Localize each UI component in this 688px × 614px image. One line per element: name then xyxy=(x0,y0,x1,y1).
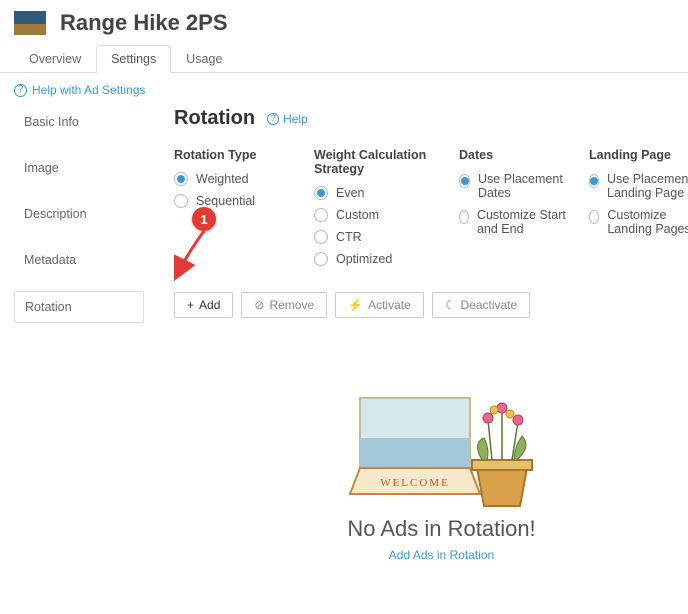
radio-weighted[interactable]: Weighted xyxy=(174,172,294,186)
radio-icon xyxy=(174,172,188,186)
bolt-icon: ⚡ xyxy=(348,299,363,311)
weight-strategy-title: Weight Calculation Strategy xyxy=(314,148,439,176)
tab-usage[interactable]: Usage xyxy=(171,45,237,73)
radio-label: CTR xyxy=(336,230,362,244)
radio-label: Optimized xyxy=(336,252,392,266)
page-thumbnail xyxy=(14,11,46,35)
tabs: Overview Settings Usage xyxy=(0,44,688,73)
help-icon: ? xyxy=(14,84,27,97)
radio-icon xyxy=(589,174,599,188)
annotation-arrow xyxy=(166,227,210,281)
help-icon: ? xyxy=(267,113,279,125)
radio-label: Use Placement Dates xyxy=(478,172,569,200)
sidebar: Basic Info Image Description Metadata Ro… xyxy=(14,107,144,562)
radio-customize-dates[interactable]: Customize Start and End xyxy=(459,208,569,236)
tab-settings[interactable]: Settings xyxy=(96,45,171,73)
sidebar-item-basic-info[interactable]: Basic Info xyxy=(14,107,144,137)
sidebar-item-description[interactable]: Description xyxy=(14,199,144,229)
radio-icon xyxy=(314,186,328,200)
add-button[interactable]: + Add xyxy=(174,292,233,318)
radio-ctr[interactable]: CTR xyxy=(314,230,439,244)
radio-label: Custom xyxy=(336,208,379,222)
section-title: Rotation xyxy=(174,107,255,130)
radio-label: Customize Start and End xyxy=(477,208,569,236)
radio-icon xyxy=(459,210,469,224)
radio-icon xyxy=(314,208,328,222)
radio-icon xyxy=(589,210,599,224)
remove-button-label: Remove xyxy=(269,298,314,312)
plus-icon: + xyxy=(187,299,194,311)
remove-icon: ⊘ xyxy=(254,299,264,311)
radio-label: Customize Landing Pages xyxy=(607,208,688,236)
activate-button-label: Activate xyxy=(368,298,411,312)
empty-state-title: No Ads in Rotation! xyxy=(174,516,688,542)
add-ads-link[interactable]: Add Ads in Rotation xyxy=(389,548,494,562)
radio-label: Sequential xyxy=(196,194,255,208)
sidebar-item-metadata[interactable]: Metadata xyxy=(14,245,144,275)
section-help-link[interactable]: ? Help xyxy=(267,112,308,126)
add-button-label: Add xyxy=(199,298,220,312)
deactivate-button-label: Deactivate xyxy=(461,298,518,312)
radio-icon xyxy=(314,230,328,244)
radio-optimized[interactable]: Optimized xyxy=(314,252,439,266)
sidebar-item-image[interactable]: Image xyxy=(14,153,144,183)
remove-button[interactable]: ⊘ Remove xyxy=(241,292,327,318)
radio-custom[interactable]: Custom xyxy=(314,208,439,222)
radio-label: Use Placement Landing Page xyxy=(607,172,688,200)
radio-even[interactable]: Even xyxy=(314,186,439,200)
dates-title: Dates xyxy=(459,148,569,162)
empty-illustration: WELCOME xyxy=(342,378,542,508)
radio-use-placement-landing[interactable]: Use Placement Landing Page xyxy=(589,172,688,200)
radio-label: Even xyxy=(336,186,365,200)
page-title: Range Hike 2PS xyxy=(60,10,228,36)
radio-sequential[interactable]: Sequential xyxy=(174,194,294,208)
radio-icon xyxy=(314,252,328,266)
radio-use-placement-dates[interactable]: Use Placement Dates xyxy=(459,172,569,200)
radio-customize-landing[interactable]: Customize Landing Pages xyxy=(589,208,688,236)
radio-label: Weighted xyxy=(196,172,249,186)
radio-icon xyxy=(174,194,188,208)
landing-page-title: Landing Page xyxy=(589,148,688,162)
tab-overview[interactable]: Overview xyxy=(14,45,96,73)
help-link[interactable]: Help with Ad Settings xyxy=(32,83,145,97)
sidebar-item-rotation[interactable]: Rotation xyxy=(14,291,144,323)
activate-button[interactable]: ⚡ Activate xyxy=(335,292,424,318)
radio-icon xyxy=(459,174,470,188)
moon-icon: ☾ xyxy=(445,299,456,311)
section-help-label: Help xyxy=(283,112,308,126)
rotation-type-title: Rotation Type xyxy=(174,148,294,162)
svg-text:WELCOME: WELCOME xyxy=(380,477,450,489)
deactivate-button[interactable]: ☾ Deactivate xyxy=(432,292,530,318)
